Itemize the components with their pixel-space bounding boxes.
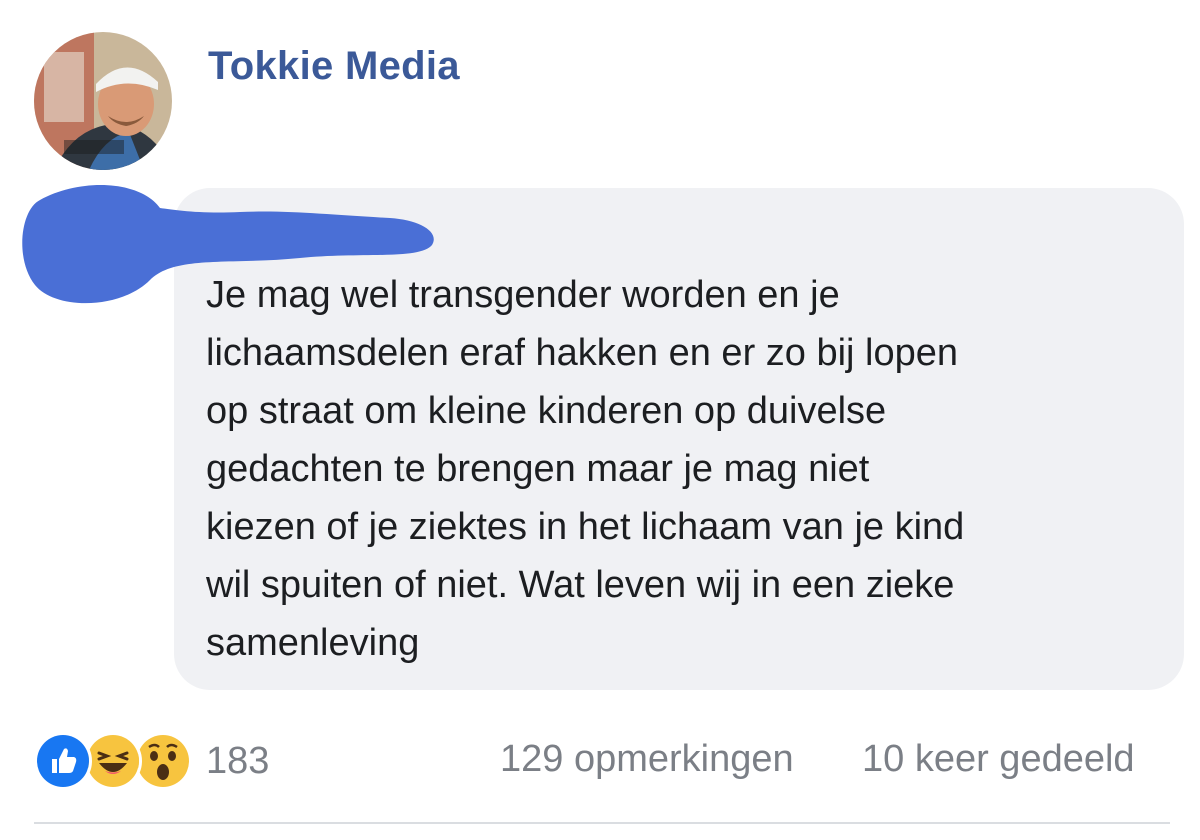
haha-icon xyxy=(84,732,142,790)
page-name-link[interactable]: Tokkie Media xyxy=(208,44,460,89)
footer-divider xyxy=(34,822,1170,824)
comment-text: Je mag wel transgender worden en je lich… xyxy=(206,274,965,664)
post-footer: 183 129 opmerkingen 10 keer gedeeld xyxy=(0,726,1200,796)
wow-icon xyxy=(134,732,192,790)
like-icon xyxy=(34,732,92,790)
page-avatar[interactable] xyxy=(34,32,172,170)
reactions-summary[interactable]: 183 xyxy=(34,732,269,790)
reaction-count: 183 xyxy=(206,739,270,782)
comments-count-link[interactable]: 129 opmerkingen xyxy=(500,738,794,781)
shares-count-link[interactable]: 10 keer gedeeld xyxy=(862,738,1135,781)
user-photo-avatar-icon xyxy=(34,32,172,170)
